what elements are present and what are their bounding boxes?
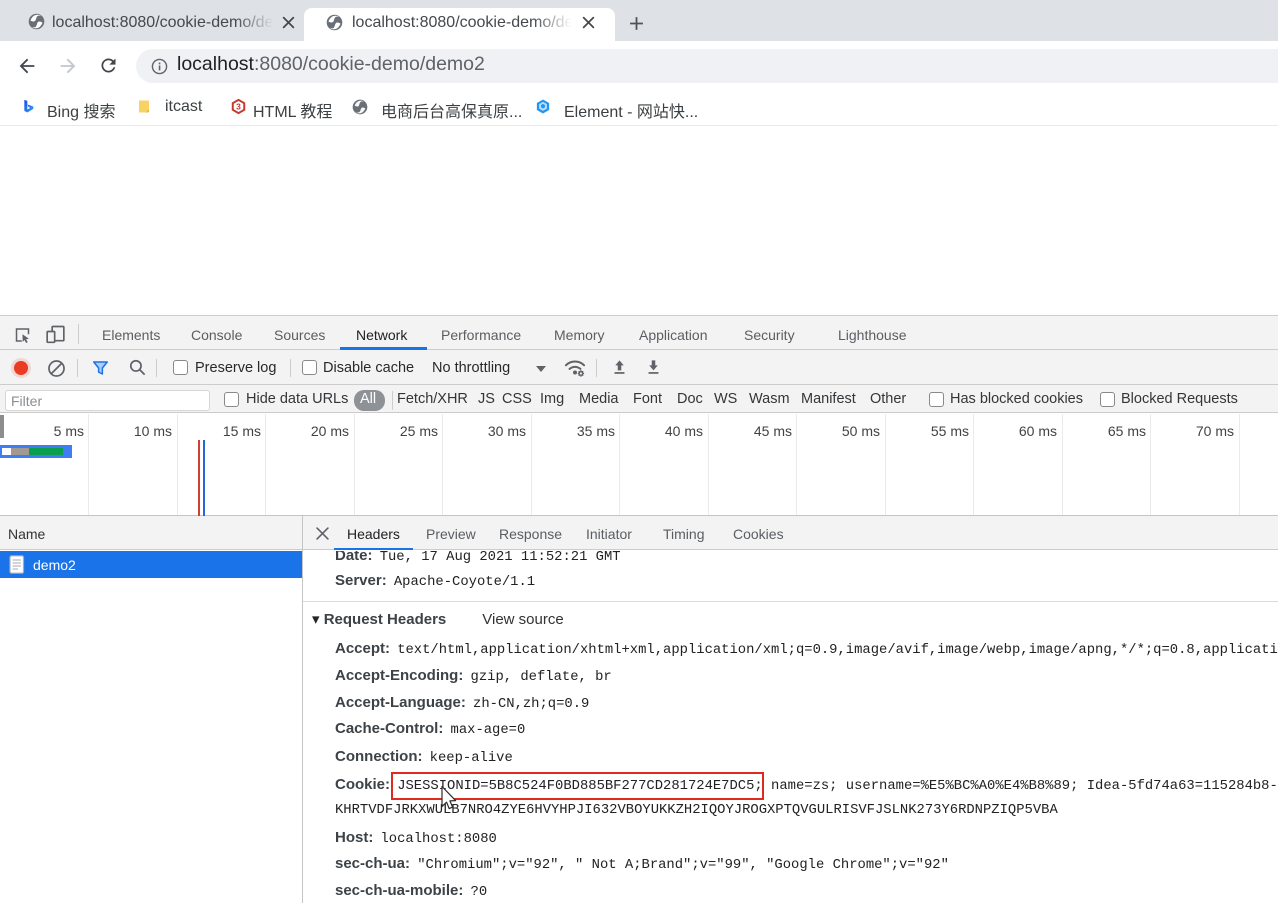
svg-text:3: 3 [236,102,241,112]
